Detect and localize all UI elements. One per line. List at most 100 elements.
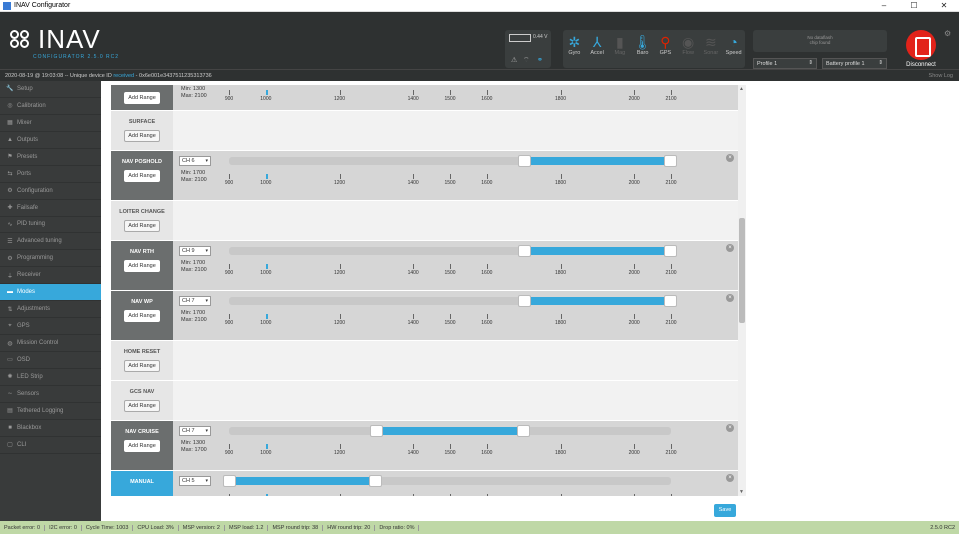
inav-logo: INAV CONFIGURATOR 2.5.0 RC2 (10, 24, 118, 60)
gear-icon[interactable]: ⚙ (944, 29, 951, 38)
sidebar-item-advanced-tuning[interactable]: ☰ Advanced tuning (0, 233, 101, 251)
range-slider[interactable] (229, 155, 677, 167)
add-range-button[interactable]: Add Range (124, 220, 160, 232)
add-range-button[interactable]: Add Range (124, 91, 160, 104)
save-button[interactable]: Save (714, 504, 736, 517)
sidebar-item-outputs[interactable]: ▲ Outputs (0, 132, 101, 149)
add-range-button[interactable]: Add Range (124, 400, 160, 412)
scale-tick-label: 1000 (260, 180, 272, 186)
sidebar-item-pid-tuning[interactable]: ∿ PID tuning (0, 217, 101, 234)
battery-profile-select[interactable]: Battery profile 1 ⇕ (822, 58, 887, 69)
range-start-handle[interactable] (517, 295, 531, 307)
sidebar-item-osd[interactable]: ▭ OSD (0, 352, 101, 369)
modes-scrollbar[interactable]: ▲ ▼ (738, 85, 746, 496)
sidebar-item-failsafe[interactable]: ✚ Failsafe (0, 200, 101, 217)
scale-tick (229, 444, 230, 449)
range-start-handle[interactable] (223, 475, 236, 487)
channel-position-marker (265, 90, 268, 95)
sidebar-item-label: Ports (17, 170, 32, 177)
gps-icon: ⌖ (8, 322, 12, 329)
sidebar-item-label: GPS (17, 323, 30, 330)
sidebar-item-cli[interactable]: ▢ CLI (0, 437, 101, 454)
scale-tick (229, 314, 230, 319)
close-window-button[interactable]: ✕ (929, 1, 959, 10)
scrollbar-thumb[interactable] (739, 218, 745, 323)
sidebar-item-blackbox[interactable]: ■ Blackbox (0, 420, 101, 437)
sidebar-item-mixer[interactable]: ▦ Mixer (0, 115, 101, 132)
disconnect-button[interactable]: Disconnect (897, 30, 945, 72)
range-start-handle[interactable] (517, 245, 531, 257)
sidebar-item-calibration[interactable]: ◎ Calibration (0, 98, 101, 115)
maximize-button[interactable]: ☐ (899, 1, 929, 10)
scale-tick (339, 90, 341, 95)
scale-tick-label: 900 (224, 270, 234, 276)
add-range-button[interactable]: Add Range (124, 260, 160, 272)
sensor-label: Gyro (568, 50, 581, 56)
range-slider[interactable] (229, 295, 677, 307)
channel-select-value: CH 6 (182, 158, 195, 164)
logo-text: INAV (38, 24, 101, 54)
remove-range-icon[interactable]: × (726, 424, 734, 432)
min-label: Min: (181, 86, 193, 92)
remove-range-icon[interactable]: × (726, 154, 734, 162)
remove-range-icon[interactable]: × (726, 474, 734, 482)
sidebar-item-configuration[interactable]: ⚙ Configuration (0, 183, 101, 200)
range-editor: CH 7 ▾ × Min: 1300 Max: 1700 900 1000 1200 1400 1… (173, 421, 738, 470)
channel-select[interactable]: CH 7 ▾ (179, 296, 211, 306)
sidebar-item-tethered-logging[interactable]: ▤ Tethered Logging (0, 403, 101, 420)
channel-select[interactable]: CH 6 ▾ (179, 156, 211, 166)
scale-tick-label: 2000 (628, 180, 640, 186)
range-end-handle[interactable] (516, 425, 530, 437)
remove-range-icon[interactable]: × (726, 294, 734, 302)
range-end-handle[interactable] (664, 245, 677, 257)
scale-tick (560, 90, 562, 95)
range-end-handle[interactable] (664, 155, 677, 167)
sidebar-item-receiver[interactable]: ⏚ Receiver (0, 267, 101, 285)
add-range-button[interactable]: Add Range (124, 130, 160, 142)
range-slider[interactable] (223, 475, 671, 487)
sidebar-item-ports[interactable]: ⇆ Ports (0, 166, 101, 183)
sidebar-item-presets[interactable]: ⚑ Presets (0, 149, 101, 166)
sidebar-item-label: OSD (17, 356, 31, 363)
sidebar-item-mission-control[interactable]: ◍ Mission Control (0, 335, 101, 352)
range-start-handle[interactable] (517, 155, 531, 167)
show-log-link[interactable]: Show Log (929, 73, 953, 79)
presets-icon: ⚑ (7, 154, 13, 161)
channel-select[interactable]: CH 5 ▾ (179, 476, 211, 486)
sidebar-item-setup[interactable]: 🔧 Setup (0, 81, 101, 98)
channel-select[interactable]: CH 9 ▾ (179, 246, 211, 256)
gear-icon: ⚙ (7, 188, 13, 195)
remove-range-icon[interactable]: × (726, 244, 734, 252)
scale-tick-label: 1600 (481, 270, 493, 276)
sidebar-nav: 🔧 Setup ◎ Calibration ▦ Mixer ▲ Outputs ⚑ Presets… (0, 81, 101, 521)
sidebar-item-sensors[interactable]: ∼ Sensors (0, 386, 101, 403)
minimize-button[interactable]: – (869, 1, 899, 10)
range-end-handle[interactable] (664, 295, 677, 307)
sidebar-item-adjustments[interactable]: ⇅ Adjustments (0, 301, 101, 319)
sidebar-item-modes[interactable]: ▬ Modes (0, 284, 101, 302)
channel-position-marker (265, 314, 268, 319)
channel-position-marker (265, 444, 268, 449)
range-slider[interactable] (229, 425, 671, 437)
sidebar-item-led-strip[interactable]: ✺ LED Strip (0, 369, 101, 386)
add-range-button[interactable]: Add Range (124, 440, 160, 452)
scale-tick-label: 1600 (481, 96, 493, 102)
scroll-up-icon[interactable]: ▲ (739, 86, 744, 92)
ports-icon: ⇆ (7, 171, 13, 178)
scroll-down-icon[interactable]: ▼ (739, 489, 744, 495)
channel-select[interactable]: CH 7 ▾ (179, 426, 211, 436)
sidebar-item-programming[interactable]: ⚙ Programming (0, 250, 101, 268)
mode-name: NAV POSHOLD (122, 159, 162, 165)
range-slider[interactable] (229, 245, 677, 257)
min-value: 1700 (192, 170, 206, 176)
range-fill (523, 247, 671, 255)
sidebar-item-gps[interactable]: ⌖ GPS (0, 318, 101, 336)
profile-select[interactable]: Profile 1 ⇕ (753, 58, 817, 69)
scale-tick-label: 1000 (260, 320, 272, 326)
add-range-button[interactable]: Add Range (124, 360, 160, 372)
add-range-button[interactable]: Add Range (124, 310, 160, 322)
max-label: Max: (181, 93, 195, 99)
range-end-handle[interactable] (369, 475, 383, 487)
range-start-handle[interactable] (370, 425, 384, 437)
add-range-button[interactable]: Add Range (124, 170, 160, 182)
